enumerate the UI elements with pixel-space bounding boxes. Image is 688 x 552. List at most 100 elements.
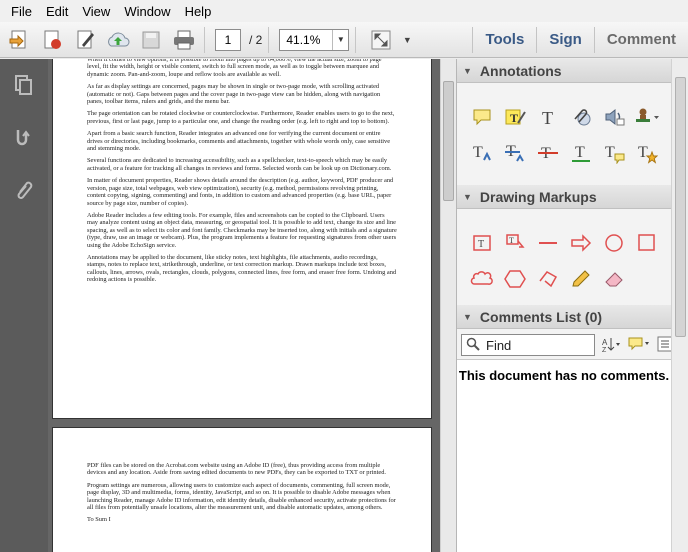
- arrow-icon[interactable]: [564, 225, 597, 261]
- text-star-icon[interactable]: T: [630, 135, 663, 171]
- paragraph: In matter of document properties, Reader…: [87, 177, 394, 207]
- line-icon[interactable]: [531, 225, 564, 261]
- sign-edit-icon[interactable]: [71, 26, 99, 54]
- panel-scrollbar[interactable]: [671, 59, 688, 552]
- scrollbar-thumb[interactable]: [675, 77, 686, 337]
- svg-text:A: A: [602, 338, 608, 347]
- paragraph: As far as display settings are concerned…: [87, 83, 381, 106]
- svg-text:T: T: [575, 144, 585, 161]
- stamp-icon[interactable]: [630, 99, 663, 135]
- menu-window[interactable]: Window: [117, 4, 177, 19]
- insert-text-icon[interactable]: T: [498, 135, 531, 171]
- menu-edit[interactable]: Edit: [39, 4, 75, 19]
- svg-text:T: T: [542, 108, 553, 127]
- drawing-markups-header[interactable]: ▼ Drawing Markups: [457, 185, 671, 209]
- zoom-select[interactable]: 41.1% ▼: [279, 28, 350, 51]
- document-scrollbar[interactable]: [440, 59, 456, 552]
- annotations-header[interactable]: ▼ Annotations: [457, 59, 671, 83]
- connected-lines-icon[interactable]: [531, 261, 564, 297]
- search-icon: [466, 337, 480, 354]
- save-icon[interactable]: [137, 26, 165, 54]
- chevron-down-icon[interactable]: ▼: [332, 29, 348, 50]
- print-icon[interactable]: [170, 26, 198, 54]
- tab-sign[interactable]: Sign: [536, 27, 594, 53]
- comments-list-header[interactable]: ▼ Comments List (0): [457, 305, 671, 329]
- comments-list-title: Comments List (0): [479, 308, 603, 325]
- document-page-2: PDF files can be stored on the Acrobat.c…: [52, 427, 432, 552]
- menu-bar: File Edit View Window Help: [0, 0, 688, 22]
- svg-text:T: T: [510, 111, 518, 125]
- oval-icon[interactable]: [597, 225, 630, 261]
- annotations-title: Annotations: [479, 62, 562, 79]
- attach-file-icon[interactable]: [564, 99, 597, 135]
- annotations-tools: T T T T T T T T: [465, 99, 663, 171]
- comments-list-tools: AZ: [601, 335, 681, 356]
- svg-text:Z: Z: [602, 347, 607, 353]
- signatures-icon[interactable]: [0, 111, 48, 163]
- pages-thumbnail-icon[interactable]: [0, 59, 48, 111]
- svg-text:T: T: [605, 144, 615, 161]
- paragraph: Program settings are numerous, allowing …: [87, 481, 396, 512]
- svg-text:T: T: [509, 236, 514, 245]
- toolbar: 1 / 2 41.1% ▼ ▼ Tools Sign Comment: [0, 22, 688, 58]
- drawing-tools: T T: [465, 225, 663, 297]
- paragraph: The page orientation can be rotated cloc…: [87, 110, 395, 125]
- no-comments-message: This document has no comments.: [457, 359, 671, 552]
- toolbar-divider: [355, 26, 357, 53]
- collapse-triangle-icon: ▼: [463, 311, 472, 322]
- add-text-icon[interactable]: T: [531, 99, 564, 135]
- page-number-input[interactable]: 1: [215, 28, 241, 51]
- document-page-1: When it comes to view options, it is pos…: [52, 59, 432, 419]
- drawing-markups-title: Drawing Markups: [479, 188, 597, 205]
- paragraph: Adobe Reader includes a few editing tool…: [87, 211, 397, 249]
- textbox-icon[interactable]: T: [465, 225, 498, 261]
- sticky-note-icon[interactable]: [465, 99, 498, 135]
- edit-pdf-icon[interactable]: [38, 26, 66, 54]
- paragraph: To Sum I: [87, 516, 111, 524]
- comment-pane: ▼ Annotations T T T T T T ▼ Drawing Mark…: [456, 59, 688, 552]
- search-placeholder: Find: [486, 337, 512, 353]
- text-comment-icon[interactable]: T: [597, 135, 630, 171]
- toolbar-divider: [204, 26, 205, 53]
- menu-file[interactable]: File: [4, 4, 39, 19]
- task-pane-tabs: Tools Sign Comment: [472, 22, 688, 58]
- toolbar-overflow-icon[interactable]: ▼: [400, 26, 414, 54]
- attachments-icon[interactable]: [0, 163, 48, 215]
- paragraph: PDF files can be stored on the Acrobat.c…: [87, 462, 386, 477]
- navigation-pane: [0, 59, 48, 552]
- cloud-icon[interactable]: [465, 261, 498, 297]
- callout-icon[interactable]: T: [498, 225, 531, 261]
- sort-comments-icon[interactable]: AZ: [601, 335, 621, 356]
- strikethrough-icon[interactable]: T: [531, 135, 564, 171]
- page-total: / 2: [249, 32, 263, 47]
- collapse-triangle-icon: ▼: [463, 65, 472, 76]
- record-audio-icon[interactable]: [597, 99, 630, 135]
- polygon-icon[interactable]: [498, 261, 531, 297]
- underline-icon[interactable]: T: [564, 135, 597, 171]
- menu-view[interactable]: View: [75, 4, 117, 19]
- upload-cloud-icon[interactable]: [104, 26, 132, 54]
- paragraph: When it comes to view options, it is pos…: [87, 59, 382, 78]
- tab-comment[interactable]: Comment: [593, 27, 688, 53]
- scrollbar-thumb[interactable]: [443, 81, 454, 201]
- svg-text:T: T: [478, 239, 484, 250]
- document-viewer[interactable]: When it comes to view options, it is pos…: [48, 59, 440, 552]
- paragraph: Several functions are dedicated to incre…: [87, 157, 392, 172]
- toolbar-divider: [268, 26, 270, 53]
- fullscreen-icon[interactable]: [367, 26, 395, 54]
- comments-search-input[interactable]: Find: [461, 334, 595, 356]
- highlight-text-icon[interactable]: T: [498, 99, 531, 135]
- pencil-icon[interactable]: [564, 261, 597, 297]
- menu-help[interactable]: Help: [178, 4, 219, 19]
- eraser-icon[interactable]: [597, 261, 630, 297]
- create-pdf-icon[interactable]: [5, 26, 33, 54]
- svg-text:T: T: [473, 144, 483, 161]
- paragraph: Apart from a basic search function, Read…: [87, 130, 391, 153]
- paragraph: Annotations may be applied to the docume…: [87, 253, 397, 284]
- rectangle-icon[interactable]: [630, 225, 663, 261]
- collapse-triangle-icon: ▼: [463, 191, 472, 202]
- replace-text-icon[interactable]: T: [465, 135, 498, 171]
- zoom-value: 41.1%: [286, 32, 321, 47]
- tab-tools[interactable]: Tools: [472, 27, 536, 53]
- filter-comments-icon[interactable]: [627, 335, 651, 356]
